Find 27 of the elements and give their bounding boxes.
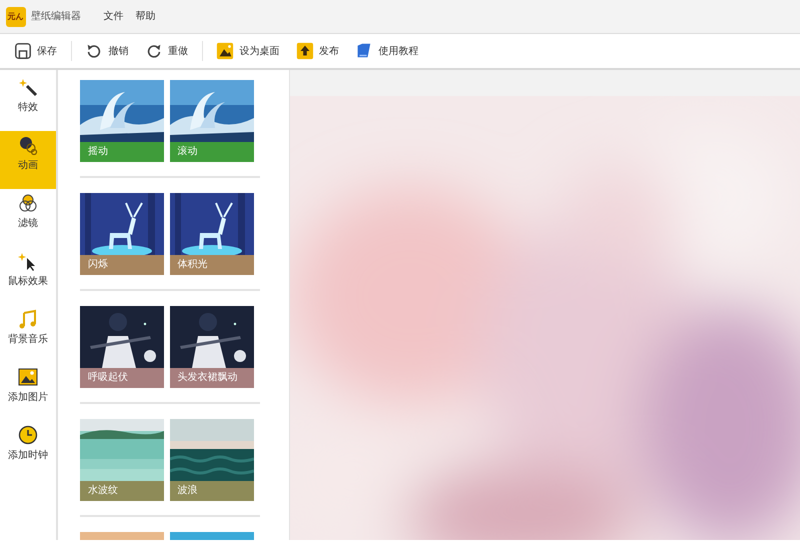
filter-icon [18, 192, 38, 213]
menu-item[interactable]: 帮助 [130, 9, 162, 24]
menu-item[interactable]: 文件 [98, 9, 130, 24]
redo-button[interactable]: 重做 [136, 36, 196, 66]
circles-icon [18, 134, 38, 155]
desktop-button[interactable]: 设为桌面 [208, 36, 288, 66]
book-icon [355, 42, 373, 60]
clock-icon [18, 424, 38, 445]
app-title: 壁纸编辑器 [31, 10, 81, 24]
upload-icon [296, 42, 314, 60]
guide-button[interactable]: 使用教程 [347, 36, 426, 66]
card-label[interactable]: 头发衣裙飘动 [170, 368, 254, 388]
card-label[interactable]: 波浪 [170, 481, 254, 501]
card-label[interactable]: 水波纹 [80, 481, 164, 501]
save-button[interactable]: 保存 [6, 36, 65, 66]
undo-icon [85, 42, 103, 60]
undo-button[interactable]: 撤销 [77, 36, 136, 66]
app-logo: 元ん [6, 6, 26, 26]
publish-button[interactable]: 发布 [288, 36, 347, 66]
cursor-icon [18, 250, 38, 271]
card-label[interactable]: 呼吸起伏 [80, 368, 164, 388]
image-icon [18, 366, 38, 387]
save-icon [14, 42, 32, 60]
music-note-icon [18, 308, 38, 329]
mountain-image-icon [216, 42, 234, 60]
sidebar-item[interactable]: 动画 [0, 130, 56, 189]
magic-wand-icon [18, 76, 38, 97]
